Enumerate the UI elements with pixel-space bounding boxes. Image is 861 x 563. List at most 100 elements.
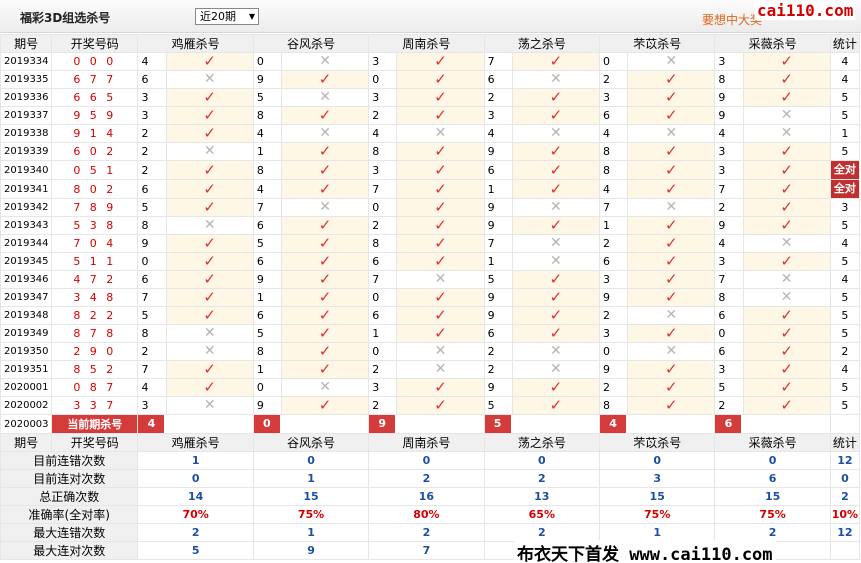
stats-value: 80% (368, 505, 485, 524)
chevron-down-icon: ▼ (248, 12, 255, 21)
kill-number-cell: 3 (483, 106, 513, 125)
kill-number-cell: 8 (714, 288, 744, 307)
current-kill-number-cell: 4 (137, 414, 254, 434)
result-cell: ✓ (280, 270, 370, 289)
kill-number-cell: 7 (483, 234, 513, 253)
stats-value: 2 (368, 469, 485, 488)
period-cell: 2019351 (0, 360, 53, 379)
table-header: 期号 开奖号码 鸡雁杀号 谷风杀号 周南杀号 荡之杀号 芣苡杀号 采薇杀号 统计 (0, 433, 861, 452)
result-cell: ✓ (627, 160, 716, 180)
kill-number-cell: 8 (137, 324, 167, 343)
result-cell: ✓ (280, 360, 370, 379)
check-icon: ✓ (203, 252, 216, 270)
stats-value: 0 (599, 451, 716, 470)
check-icon: ✓ (549, 216, 563, 234)
winning-number-cell: 6 6 5 (51, 88, 139, 107)
cross-icon: ✕ (665, 53, 678, 70)
row-total-cell: 5 (829, 288, 861, 307)
row-total-cell: 全对 (829, 179, 861, 199)
check-icon: ✓ (318, 216, 332, 234)
kill-number-cell: 0 (368, 342, 398, 361)
result-cell: ✕ (165, 142, 254, 161)
column-header: 谷风杀号 (252, 34, 370, 53)
kill-number-cell: 9 (714, 106, 744, 125)
cross-icon: ✕ (319, 89, 331, 106)
stats-value: 15 (714, 487, 831, 506)
period-cell: 2019346 (0, 270, 53, 289)
result-cell: ✓ (627, 396, 716, 415)
result-cell: ✓ (396, 142, 485, 161)
column-header: 开奖号码 (51, 34, 139, 53)
result-cell: ✓ (742, 198, 831, 217)
cross-icon: ✕ (550, 235, 562, 252)
kill-number-cell: 1 (483, 252, 513, 271)
current-period: 2020003 (0, 414, 53, 434)
check-icon: ✓ (434, 70, 447, 88)
result-cell: ✓ (627, 324, 716, 343)
check-icon: ✓ (434, 106, 447, 124)
cross-icon: ✕ (319, 125, 331, 142)
kill-number-cell: 4 (137, 52, 167, 71)
row-total-cell: 2 (829, 342, 861, 361)
result-cell: ✓ (280, 342, 370, 361)
table-row: 2019345 5 1 1 0 ✓ 6 ✓ 6 ✓ 1 ✕ 6 ✓ 3 ✓ 5 (0, 252, 861, 271)
kill-number-cell: 0 (368, 288, 398, 307)
result-cell: ✓ (165, 179, 254, 199)
period-cell: 2019339 (0, 142, 53, 161)
check-icon: ✓ (549, 142, 563, 160)
check-icon: ✓ (434, 234, 447, 252)
check-icon: ✓ (203, 288, 216, 306)
check-icon: ✓ (664, 216, 678, 234)
kill-number-cell: 8 (368, 142, 398, 161)
check-icon: ✓ (664, 396, 678, 414)
kill-number-cell: 6 (368, 306, 398, 325)
row-total: 5 (841, 109, 849, 122)
kill-number-cell: 2 (137, 160, 167, 180)
kill-number-cell: 6 (368, 252, 398, 271)
stats-value: 75% (252, 505, 370, 524)
kill-number-cell: 3 (714, 360, 744, 379)
period-select[interactable]: 近20期 ▼ (195, 8, 259, 25)
result-cell: ✓ (742, 88, 831, 107)
check-icon: ✓ (203, 106, 216, 124)
kill-number-cell: 9 (483, 142, 513, 161)
cross-icon: ✕ (203, 71, 216, 88)
stats-value: 15 (252, 487, 370, 506)
result-cell: ✓ (627, 216, 716, 235)
check-icon: ✓ (664, 270, 678, 288)
kill-number-cell: 7 (714, 179, 744, 199)
period-cell: 2019349 (0, 324, 53, 343)
winning-number-cell: 8 5 2 (51, 360, 139, 379)
kill-number-cell: 3 (599, 88, 629, 107)
check-icon: ✓ (549, 88, 563, 106)
row-total-cell: 5 (829, 306, 861, 325)
stats-value: 1 (252, 469, 370, 488)
cross-icon: ✕ (434, 271, 447, 288)
table-row: 2019349 8 7 8 8 ✕ 5 ✓ 1 ✓ 6 ✓ 3 ✓ 0 ✓ 5 (0, 324, 861, 343)
row-total-cell: 4 (829, 234, 861, 253)
stats-value: 1 (599, 523, 716, 542)
check-icon: ✓ (434, 179, 447, 198)
table-row: 2019347 3 4 8 7 ✓ 1 ✓ 0 ✓ 9 ✓ 9 ✓ 8 ✕ 5 (0, 288, 861, 307)
kill-number-cell: 7 (368, 179, 398, 199)
check-icon: ✓ (664, 252, 678, 270)
result-cell: ✓ (742, 360, 831, 379)
check-icon: ✓ (318, 270, 332, 288)
promo-link[interactable]: 要想中大奖 (702, 11, 762, 28)
check-icon: ✓ (434, 306, 447, 324)
check-icon: ✓ (549, 270, 563, 288)
row-total: 2 (841, 345, 849, 358)
kill-number-cell: 2 (714, 198, 744, 217)
stats-value: 15 (599, 487, 716, 506)
result-cell: ✓ (742, 342, 831, 361)
kill-number-cell: 1 (252, 360, 282, 379)
winning-number-cell: 2 9 0 (51, 342, 139, 361)
check-icon: ✓ (203, 179, 216, 198)
check-icon: ✓ (434, 160, 447, 179)
kill-number-cell: 6 (137, 70, 167, 89)
kill-number-cell: 0 (252, 52, 282, 71)
table-row: 2019339 6 0 2 2 ✕ 1 ✓ 8 ✓ 9 ✓ 8 ✓ 3 ✓ 5 (0, 142, 861, 161)
result-cell: ✓ (280, 160, 370, 180)
kill-number-cell: 6 (714, 306, 744, 325)
stats-value: 9 (252, 541, 370, 560)
